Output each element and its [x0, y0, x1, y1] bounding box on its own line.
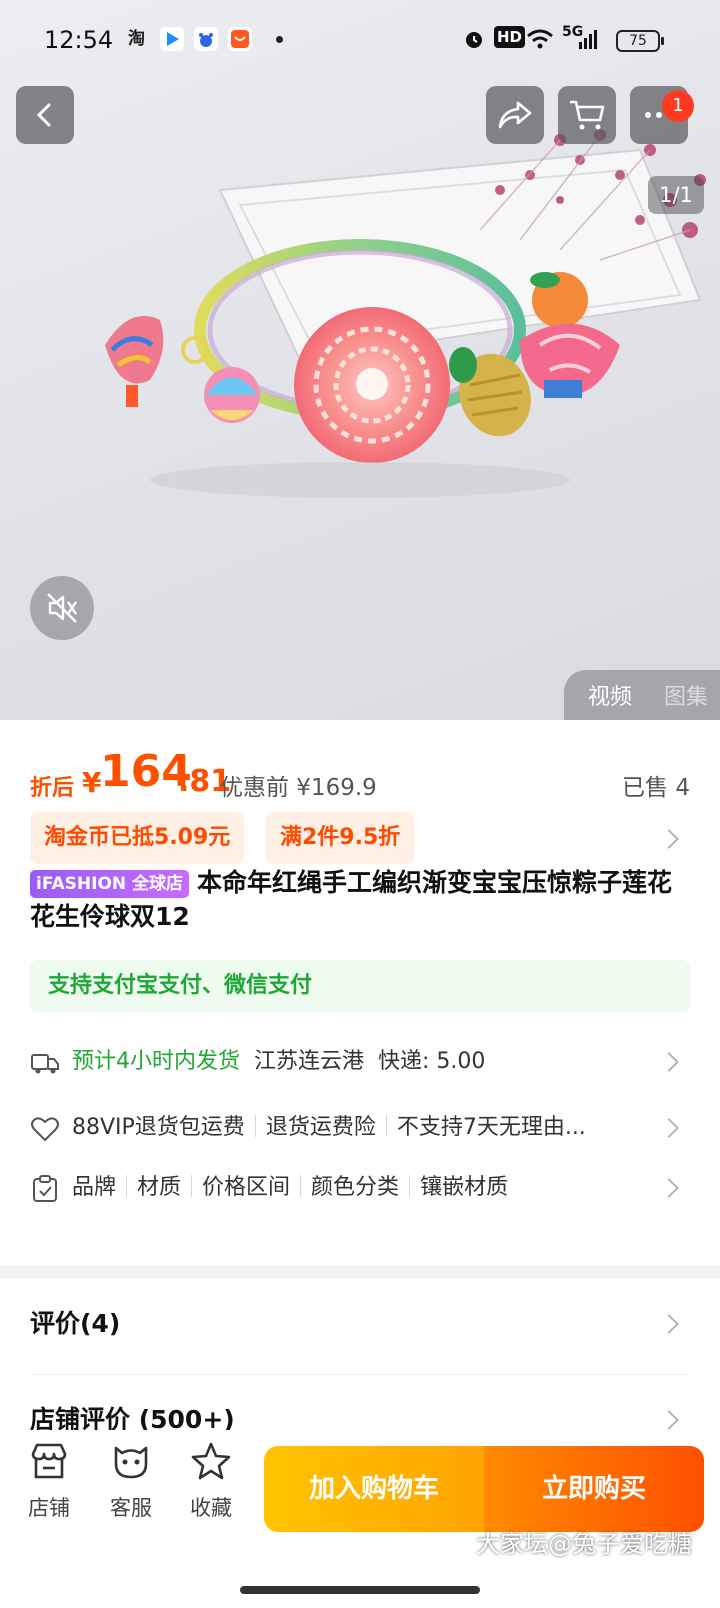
clipboard-check-icon: [33, 1175, 57, 1202]
hd-indicator: HD: [494, 26, 526, 48]
back-button[interactable]: [16, 86, 74, 144]
signal-icon: [578, 28, 600, 54]
favorite-button[interactable]: 收藏: [176, 1440, 246, 1530]
add-to-cart-button[interactable]: 加入购物车: [264, 1446, 484, 1532]
param-material: 材质: [137, 1175, 182, 1200]
food-app-icon: [228, 27, 252, 51]
service-chevron-right-icon: [659, 1118, 679, 1138]
item-reviews-label: 评价(4): [30, 1309, 121, 1338]
status-bar: 12:54 淘 HD 5G 75: [0, 0, 720, 80]
video-app-icon: [160, 27, 184, 51]
customer-service-label: 客服: [110, 1496, 152, 1520]
promo-chevron-right-icon[interactable]: [659, 829, 679, 849]
param-inlay-material: 镶嵌材质: [420, 1175, 509, 1200]
star-icon: [191, 1442, 231, 1480]
params-chevron-right-icon: [659, 1178, 679, 1198]
shipping-fee: 快递: 5.00: [378, 1049, 486, 1074]
item-reviews-row[interactable]: 评价(4): [30, 1294, 690, 1354]
status-time: 12:54: [44, 26, 114, 54]
param-price-range: 价格区间: [202, 1175, 291, 1200]
original-price: 优惠前 ¥169.9: [220, 775, 377, 801]
price-prefix: 折后: [30, 776, 75, 801]
image-pager: 1/1: [648, 176, 704, 214]
customer-service-button[interactable]: 客服: [96, 1440, 166, 1530]
product-info-card: 折后 ¥ 164 .81 优惠前 ¥169.9 已售 4 淘金币已抵5.09元 …: [0, 720, 720, 1266]
buy-now-button[interactable]: 立即购买: [484, 1446, 704, 1532]
payment-note: 支持支付宝支付、微信支付: [30, 960, 690, 1012]
service-row[interactable]: 88VIP退货包运费 退货运费险 不支持7天无理由...: [30, 1108, 690, 1148]
battery-indicator: 75: [616, 30, 664, 52]
wifi-icon: [526, 27, 554, 55]
promo-multi-buy[interactable]: 满2件9.5折: [266, 812, 415, 864]
price-row: 折后 ¥ 164 .81 优惠前 ¥169.9 已售 4: [30, 746, 690, 802]
shipping-chevron-right-icon: [659, 1052, 679, 1072]
divider: [126, 1175, 128, 1197]
tab-gallery[interactable]: 图集: [664, 679, 708, 711]
tab-video[interactable]: 视频: [588, 679, 632, 711]
price-currency: ¥: [82, 766, 102, 799]
brand-tag: iFASHION 全球店: [30, 870, 190, 898]
item-reviews-chevron-right-icon: [659, 1314, 679, 1334]
home-indicator[interactable]: [240, 1586, 480, 1594]
divider: [385, 1115, 387, 1137]
alarm-icon: [462, 27, 486, 55]
service-88vip: 88VIP退货包运费: [72, 1115, 245, 1140]
share-button[interactable]: [486, 86, 544, 144]
notification-dot: [276, 36, 283, 43]
customer-service-icon: [114, 1446, 148, 1479]
shop-label: 店铺: [28, 1496, 70, 1520]
bottom-action-bar: 店铺 客服 收藏 加入购物车 立即购买 大家坛@兔子爱吃糖: [0, 1430, 720, 1608]
shipping-origin: 江苏连云港: [254, 1049, 365, 1074]
promo-coin-discount[interactable]: 淘金币已抵5.09元: [30, 812, 245, 864]
chevron-left-icon: [36, 103, 51, 127]
divider: [254, 1115, 256, 1137]
shop-button[interactable]: 店铺: [14, 1440, 84, 1530]
shop-reviews-chevron-right-icon: [659, 1410, 679, 1430]
store-icon: [31, 1443, 67, 1479]
taobao-app-icon: 淘: [128, 29, 145, 49]
cart-count-badge: 1: [662, 90, 694, 122]
cart-icon: [570, 100, 605, 130]
service-return-insurance: 退货运费险: [265, 1115, 376, 1140]
speaker-muted-icon: [47, 593, 77, 623]
param-brand: 品牌: [72, 1175, 117, 1200]
shipping-row[interactable]: 预计4小时内发货 江苏连云港 快递: 5.00: [30, 1042, 690, 1082]
watermark-text: 大家坛@兔子爱吃糖: [476, 1530, 692, 1558]
mute-button[interactable]: [30, 576, 94, 640]
service-no-7day: 不支持7天无理由...: [396, 1115, 586, 1140]
divider: [191, 1175, 193, 1197]
favorite-label: 收藏: [190, 1496, 232, 1520]
media-tabs: 视频 图集: [564, 670, 720, 720]
cart-button[interactable]: [558, 86, 616, 144]
product-title: iFASHION 全球店 本命年红绳手工编织渐变宝宝压惊粽子莲花花生伶球双12: [30, 866, 680, 934]
product-media-area[interactable]: 12:54 淘 HD 5G 75 1 1/1 视频 图集: [0, 0, 720, 720]
baidu-app-icon: [194, 27, 218, 51]
reviews-section: 评价(4) 店铺评价 (500+): [0, 1278, 720, 1434]
param-color: 颜色分类: [311, 1175, 400, 1200]
sold-count: 已售 4: [622, 775, 690, 801]
divider: [409, 1175, 411, 1197]
params-row[interactable]: 品牌 材质 价格区间 颜色分类 镶嵌材质: [30, 1168, 690, 1208]
divider: [30, 1374, 690, 1375]
truck-icon: [31, 1054, 59, 1074]
heart-icon: [31, 1117, 59, 1141]
divider: [300, 1175, 302, 1197]
share-icon: [498, 101, 532, 129]
shipping-estimate: 预计4小时内发货: [72, 1049, 240, 1074]
